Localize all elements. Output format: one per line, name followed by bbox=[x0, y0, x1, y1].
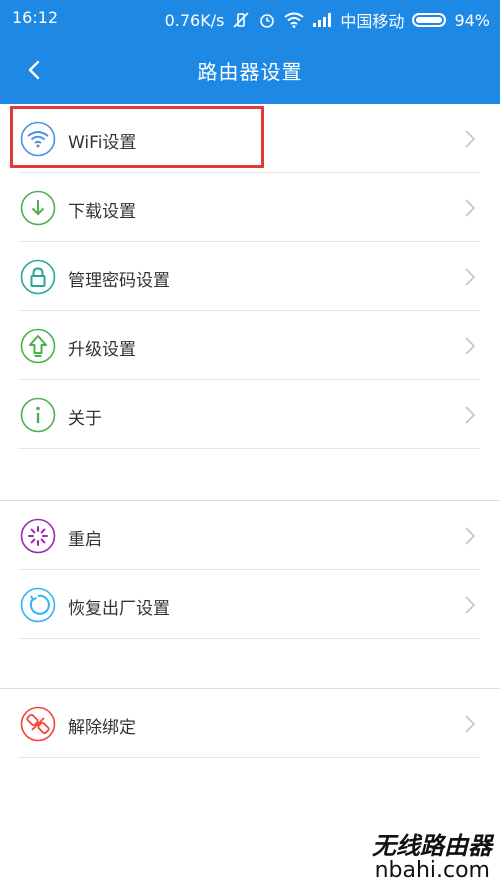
menu-item-factory-reset[interactable]: 恢复出厂设置 bbox=[0, 570, 500, 639]
battery-level: 94% bbox=[454, 10, 490, 30]
chevron-right-icon bbox=[464, 714, 476, 734]
page-title: 路由器设置 bbox=[197, 60, 303, 84]
chevron-right-icon bbox=[464, 336, 476, 356]
chevron-right-icon bbox=[464, 198, 476, 218]
network-speed: 0.76K/s bbox=[164, 10, 225, 30]
menu-item-label: WiFi设置 bbox=[68, 133, 137, 153]
watermark-url: nbahi.com bbox=[374, 858, 490, 883]
lock-icon bbox=[20, 259, 56, 295]
download-icon bbox=[20, 190, 56, 226]
info-icon bbox=[20, 397, 56, 433]
app-bar: 路由器设置 bbox=[0, 36, 500, 104]
menu-group-settings: WiFi设置 下载设置 管理密码设置 升级设置 关于 bbox=[0, 104, 500, 449]
battery-icon bbox=[412, 13, 447, 27]
menu-group-system: 重启 恢复出厂设置 bbox=[0, 500, 500, 639]
unbind-icon bbox=[20, 706, 56, 742]
chevron-right-icon bbox=[464, 595, 476, 615]
menu-item-upgrade-settings[interactable]: 升级设置 bbox=[0, 311, 500, 380]
menu-item-admin-password[interactable]: 管理密码设置 bbox=[0, 242, 500, 311]
wifi-status-icon bbox=[284, 12, 305, 28]
menu-item-label: 升级设置 bbox=[68, 340, 136, 360]
wifi-icon bbox=[20, 121, 56, 157]
menu-item-wifi-settings[interactable]: WiFi设置 bbox=[0, 104, 500, 173]
chevron-right-icon bbox=[464, 526, 476, 546]
menu-group-account: 解除绑定 bbox=[0, 688, 500, 758]
carrier-name: 中国移动 bbox=[340, 12, 405, 31]
menu-item-label: 重启 bbox=[68, 530, 102, 550]
signal-icon bbox=[312, 13, 332, 27]
menu-item-label: 恢复出厂设置 bbox=[68, 599, 170, 619]
menu-item-restart[interactable]: 重启 bbox=[0, 501, 500, 570]
watermark-text: 无线路由器 bbox=[372, 831, 492, 860]
reset-icon bbox=[20, 587, 56, 623]
chevron-right-icon bbox=[464, 405, 476, 425]
menu-item-label: 关于 bbox=[68, 409, 102, 429]
status-bar: 16:12 0.76K/s 中国移动 94% bbox=[0, 0, 500, 36]
chevron-right-icon bbox=[464, 129, 476, 149]
menu-item-unbind[interactable]: 解除绑定 bbox=[0, 689, 500, 758]
status-time: 16:12 bbox=[12, 8, 59, 27]
menu-item-label: 管理密码设置 bbox=[68, 271, 170, 291]
chevron-right-icon bbox=[464, 267, 476, 287]
restart-icon bbox=[20, 518, 56, 554]
menu-item-label: 解除绑定 bbox=[68, 718, 136, 738]
menu-item-about[interactable]: 关于 bbox=[0, 380, 500, 449]
menu-item-label: 下载设置 bbox=[68, 202, 136, 222]
menu-item-download-settings[interactable]: 下载设置 bbox=[0, 173, 500, 242]
alarm-icon bbox=[258, 11, 276, 29]
vibrate-off-icon bbox=[232, 11, 250, 29]
upgrade-icon bbox=[20, 328, 56, 364]
